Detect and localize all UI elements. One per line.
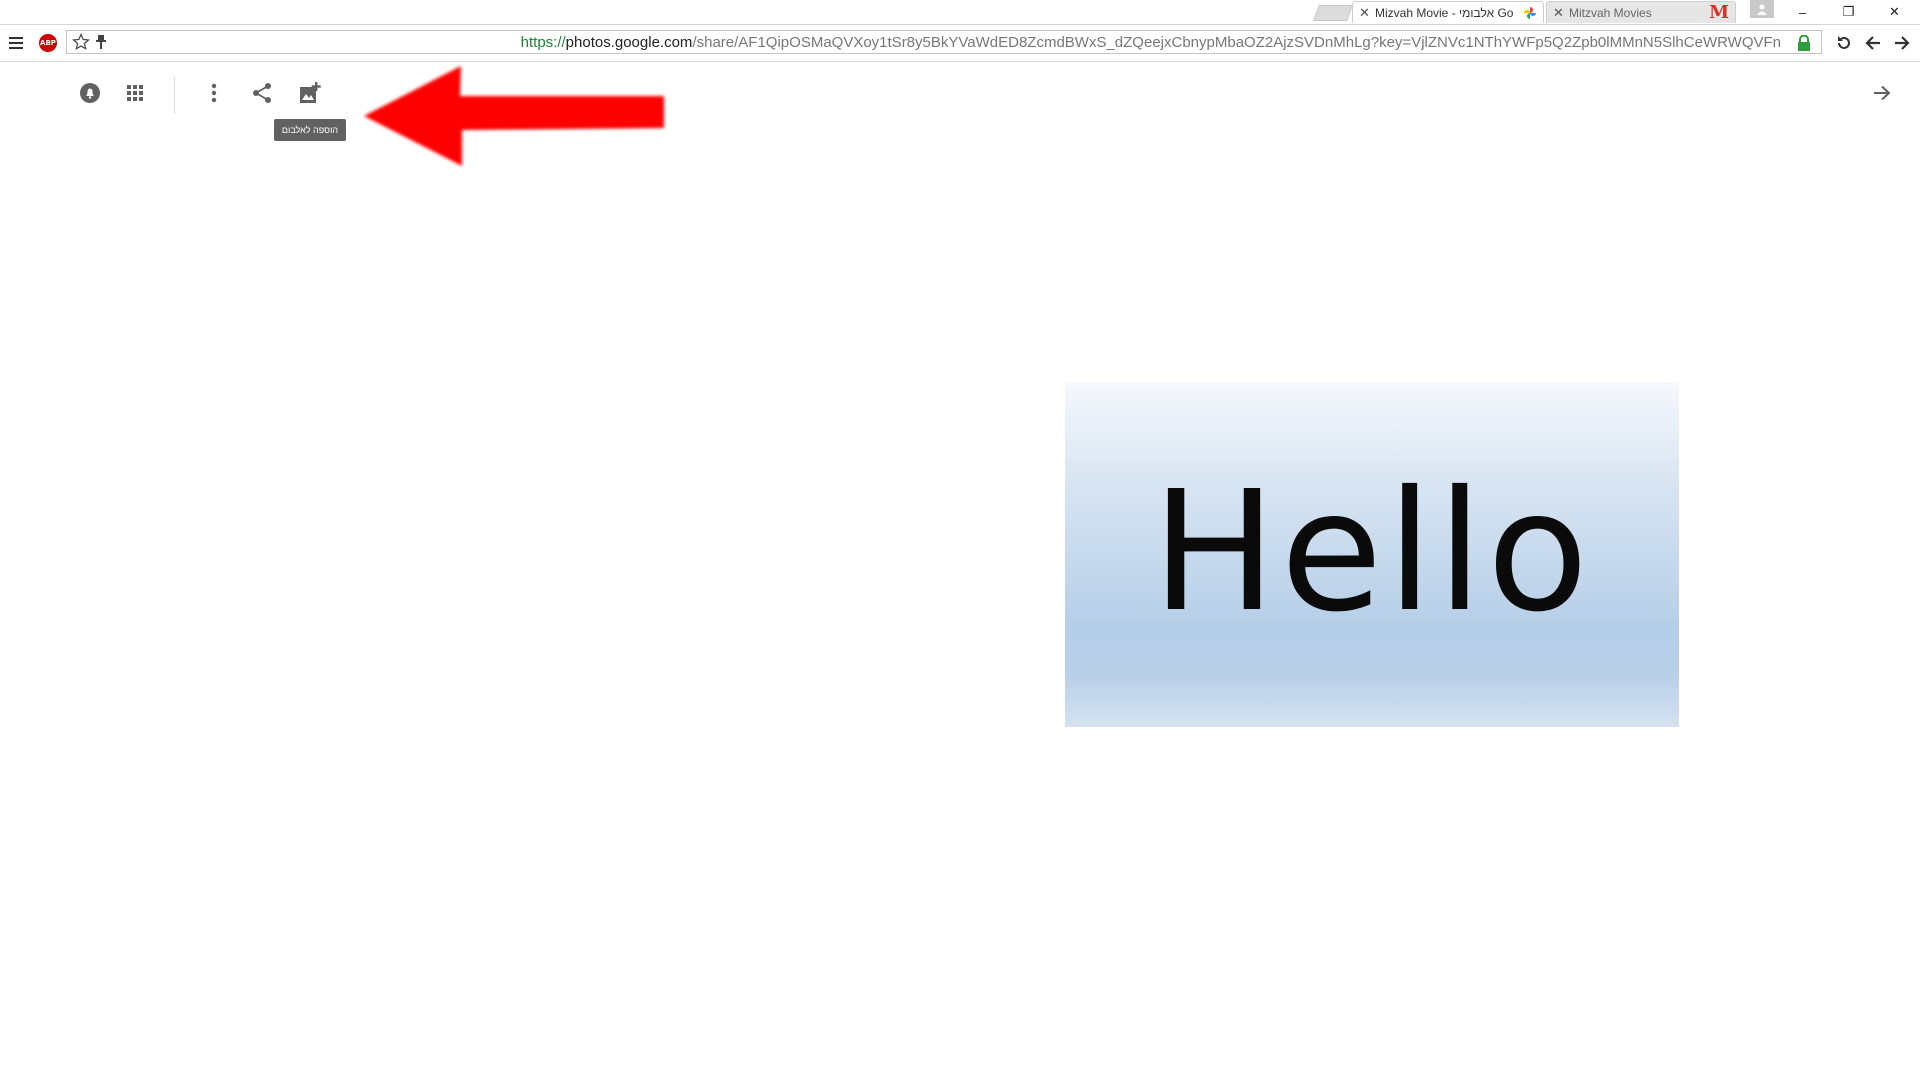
url-scheme: https:// xyxy=(520,34,566,51)
browser-titlebar: ✕ Mizvah Movie - אלבומי Go ✕ Mitzvah Mov… xyxy=(0,0,1920,25)
tab-title: Mitzvah Movies xyxy=(1569,5,1652,20)
gmail-favicon-icon: M xyxy=(1709,2,1729,23)
tab-close-icon[interactable]: ✕ xyxy=(1359,5,1370,21)
pin-icon[interactable] xyxy=(91,32,111,52)
photo-viewer: הוספה לאלבום Hello xyxy=(0,62,1920,1080)
adblock-plus-icon[interactable]: ABP xyxy=(38,33,58,53)
tab-mitzvah-movies[interactable]: ✕ Mitzvah Movies M xyxy=(1546,1,1736,23)
google-photos-favicon-icon xyxy=(1524,6,1536,19)
apps-grid-icon[interactable] xyxy=(121,79,149,107)
add-to-album-tooltip: הוספה לאלבום xyxy=(274,119,346,141)
minimize-button[interactable]: – xyxy=(1780,0,1825,24)
next-arrow-icon[interactable] xyxy=(1868,79,1896,107)
abp-badge: ABP xyxy=(39,34,57,52)
restore-button[interactable]: ❐ xyxy=(1826,0,1871,24)
photo-image[interactable]: Hello xyxy=(1065,382,1679,727)
info-icon[interactable] xyxy=(76,79,104,107)
tab-close-icon[interactable]: ✕ xyxy=(1553,5,1564,21)
bookmark-star-icon[interactable] xyxy=(71,32,91,52)
tab-title: Mizvah Movie - אלבומי Go xyxy=(1375,5,1514,20)
photo-text: Hello xyxy=(1151,455,1593,649)
url-host: photos.google.com xyxy=(565,34,693,51)
toolbar-divider xyxy=(174,76,175,114)
browser-toolbar: ABP https://photos.google.com/share/AF1Q… xyxy=(0,25,1920,62)
red-arrow-annotation xyxy=(364,66,664,166)
tab-mizvah-movie[interactable]: ✕ Mizvah Movie - אלבומי Go xyxy=(1352,1,1544,23)
more-vert-icon[interactable] xyxy=(200,79,228,107)
secure-lock-icon[interactable] xyxy=(1797,35,1811,51)
add-to-album-icon[interactable] xyxy=(296,79,324,107)
reload-icon[interactable] xyxy=(1834,33,1854,53)
hamburger-menu-icon[interactable] xyxy=(6,33,26,53)
new-tab-button[interactable] xyxy=(1313,5,1353,21)
user-profile-icon[interactable] xyxy=(1750,0,1774,18)
forward-arrow-icon[interactable] xyxy=(1892,33,1912,53)
back-arrow-icon[interactable] xyxy=(1863,33,1883,53)
share-icon[interactable] xyxy=(248,79,276,107)
close-window-button[interactable]: ✕ xyxy=(1872,0,1917,24)
url-path: /share/AF1QipOSMaQVXoy1tSr8y5BkYVaWdED8Z… xyxy=(692,34,1781,51)
url-text: https://photos.google.com/share/AF1QipOS… xyxy=(521,34,1781,51)
address-bar[interactable]: https://photos.google.com/share/AF1QipOS… xyxy=(66,30,1822,54)
